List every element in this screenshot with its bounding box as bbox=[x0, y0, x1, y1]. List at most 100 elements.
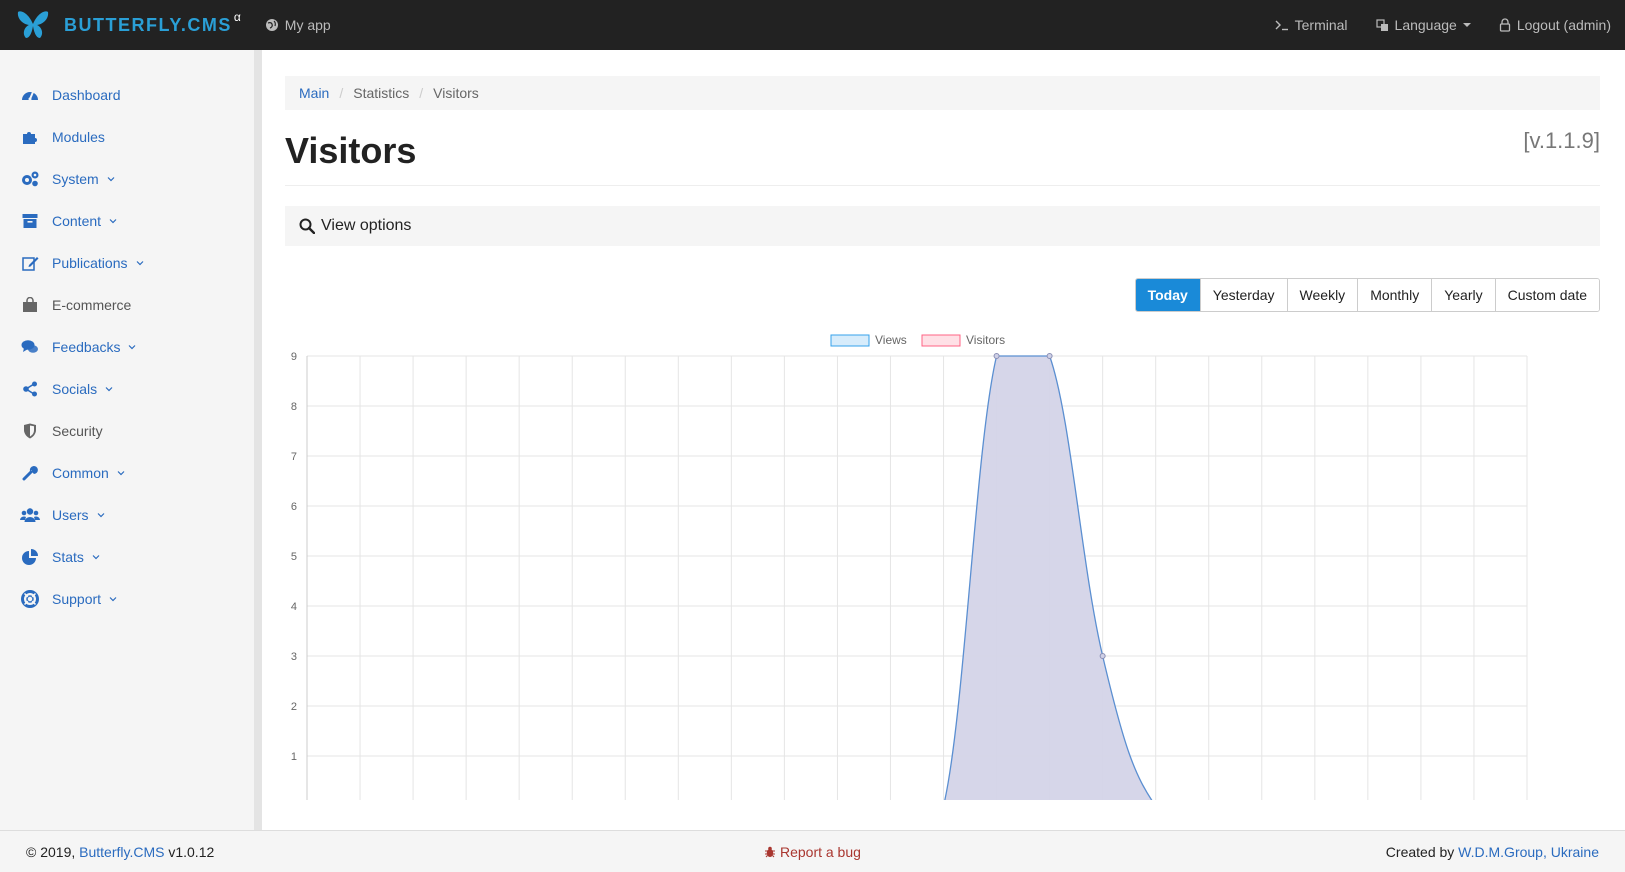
yesterday-button[interactable]: Yesterday bbox=[1199, 279, 1287, 311]
sidebar-item-label: Users bbox=[52, 507, 89, 523]
copyright-text: © 2019, bbox=[26, 843, 76, 860]
bug-icon bbox=[765, 846, 776, 857]
sidebar-item-label: Stats bbox=[52, 549, 84, 565]
sidebar-item-modules[interactable]: Modules bbox=[0, 116, 254, 158]
weekly-button[interactable]: Weekly bbox=[1286, 279, 1358, 311]
sidebar-item-feedbacks[interactable]: Feedbacks bbox=[0, 326, 254, 368]
view-options-toggle[interactable]: View options bbox=[285, 206, 1600, 246]
language-label: Language bbox=[1394, 17, 1457, 33]
terminal-link[interactable]: Terminal bbox=[1261, 0, 1362, 50]
comments-icon bbox=[20, 337, 40, 357]
sidebar-item-label: Support bbox=[52, 591, 102, 607]
y-tick-label: 5 bbox=[291, 551, 297, 563]
logout-link[interactable]: Logout (admin) bbox=[1485, 0, 1625, 50]
my-app-label: My app bbox=[284, 17, 331, 33]
y-tick-label: 9 bbox=[291, 351, 297, 363]
sidebar-item-users[interactable]: Users bbox=[0, 494, 254, 536]
sidebar-item-label: Common bbox=[52, 465, 109, 481]
globe-icon bbox=[265, 19, 278, 31]
chevron-down-icon bbox=[117, 471, 125, 476]
footer-center: Report a bug bbox=[0, 844, 1625, 860]
sidebar-item-label: Content bbox=[52, 213, 102, 229]
my-app-link[interactable]: My app bbox=[265, 17, 331, 33]
y-tick-label: 8 bbox=[291, 401, 297, 413]
chevron-down-icon bbox=[129, 345, 136, 350]
breadcrumb-separator: / bbox=[339, 85, 344, 101]
custom-date-button[interactable]: Custom date bbox=[1494, 279, 1599, 311]
users-icon bbox=[20, 505, 40, 525]
data-point bbox=[1046, 353, 1053, 359]
report-bug-label: Report a bug bbox=[779, 843, 861, 860]
language-icon bbox=[1375, 18, 1388, 31]
y-tick-label: 3 bbox=[291, 651, 297, 663]
sidebar-item-content[interactable]: Content bbox=[0, 200, 254, 242]
sidebar-item-support[interactable]: Support bbox=[0, 578, 254, 620]
series-line bbox=[306, 355, 1527, 807]
language-dropdown[interactable]: Language bbox=[1362, 0, 1485, 50]
top-navbar: BUTTERFLY.CMS α My app Terminal Language bbox=[0, 0, 1625, 50]
y-tick-label: 7 bbox=[291, 451, 297, 463]
sidebar-item-label: Feedbacks bbox=[52, 339, 121, 355]
report-bug-link[interactable]: Report a bug bbox=[764, 844, 861, 860]
logout-label: Logout (admin) bbox=[1516, 17, 1611, 33]
sidebar-item-label: Modules bbox=[52, 129, 105, 145]
visitors-chart: 1 2 3 4 5 6 7 8 9 Views Visitors bbox=[285, 330, 1555, 807]
chart-svg: 1 2 3 4 5 6 7 8 9 Views Visitors bbox=[291, 333, 1528, 807]
brand-name: BUTTERFLY.CMS bbox=[64, 14, 232, 35]
data-point bbox=[1099, 653, 1106, 659]
cms-version: v1.0.12 bbox=[168, 843, 215, 860]
chevron-down-icon bbox=[109, 219, 117, 224]
sidebar-item-label: E-commerce bbox=[52, 297, 132, 313]
sidebar-item-socials[interactable]: Socials bbox=[0, 368, 254, 410]
sidebar-item-label: Socials bbox=[52, 381, 98, 397]
data-point bbox=[993, 353, 1000, 359]
today-button[interactable]: Today bbox=[1135, 279, 1200, 311]
page-title: Visitors bbox=[285, 130, 417, 171]
pie-chart-icon bbox=[20, 547, 40, 567]
breadcrumb: Main / Statistics / Visitors bbox=[285, 76, 1600, 110]
series-area bbox=[307, 356, 1527, 806]
monthly-button[interactable]: Monthly bbox=[1357, 279, 1432, 311]
sidebar-item-label: Dashboard bbox=[52, 87, 121, 103]
sidebar-item-e-commerce[interactable]: E-commerce bbox=[0, 284, 254, 326]
chevron-down-icon bbox=[107, 177, 115, 182]
butterfly-logo-icon bbox=[17, 11, 49, 38]
search-icon bbox=[299, 218, 315, 234]
breadcrumb-separator: / bbox=[419, 85, 424, 101]
y-tick-label: 1 bbox=[291, 751, 297, 763]
breadcrumb-current: Visitors bbox=[433, 85, 479, 101]
breadcrumb-main[interactable]: Main bbox=[299, 85, 329, 101]
yearly-button[interactable]: Yearly bbox=[1431, 279, 1495, 311]
cms-link[interactable]: Butterfly.CMS bbox=[79, 844, 164, 860]
terminal-icon bbox=[1275, 20, 1288, 31]
date-range-buttons: Today Yesterday Weekly Monthly Yearly Cu… bbox=[1134, 278, 1600, 312]
legend-label-views: Views bbox=[875, 333, 907, 347]
legend-label-visitors: Visitors bbox=[966, 333, 1005, 347]
brand-alpha: α bbox=[233, 10, 241, 24]
sidebar-item-common[interactable]: Common bbox=[0, 452, 254, 494]
chevron-down-icon bbox=[136, 261, 143, 266]
sidebar-item-publications[interactable]: Publications bbox=[0, 242, 254, 284]
sidebar-item-dashboard[interactable]: Dashboard bbox=[0, 74, 254, 116]
author-link[interactable]: W.D.M.Group, Ukraine bbox=[1458, 844, 1599, 860]
legend-swatch-visitors bbox=[921, 334, 961, 347]
brand[interactable]: BUTTERFLY.CMS α bbox=[0, 0, 241, 50]
edit-icon bbox=[20, 253, 40, 273]
view-options-label: View options bbox=[321, 217, 412, 234]
lock-icon bbox=[1499, 18, 1510, 32]
shield-icon bbox=[20, 421, 40, 441]
puzzle-icon bbox=[20, 127, 40, 147]
sidebar-item-stats[interactable]: Stats bbox=[0, 536, 254, 578]
main-content: Main / Statistics / Visitors Visitors [v… bbox=[285, 50, 1600, 807]
chevron-down-icon bbox=[109, 597, 117, 602]
caret-down-icon bbox=[1462, 23, 1471, 27]
wrench-icon bbox=[20, 463, 40, 483]
sidebar-item-system[interactable]: System bbox=[0, 158, 254, 200]
navbar-right: Terminal Language Logout (admin) bbox=[1261, 0, 1625, 50]
footer: © 2019, Butterfly.CMS v1.0.12 Report a b… bbox=[0, 830, 1625, 872]
y-tick-label: 4 bbox=[291, 601, 297, 613]
breadcrumb-statistics: Statistics bbox=[353, 85, 410, 101]
sidebar-item-security[interactable]: Security bbox=[0, 410, 254, 452]
life-ring-icon bbox=[20, 589, 40, 609]
chevron-down-icon bbox=[105, 387, 113, 392]
